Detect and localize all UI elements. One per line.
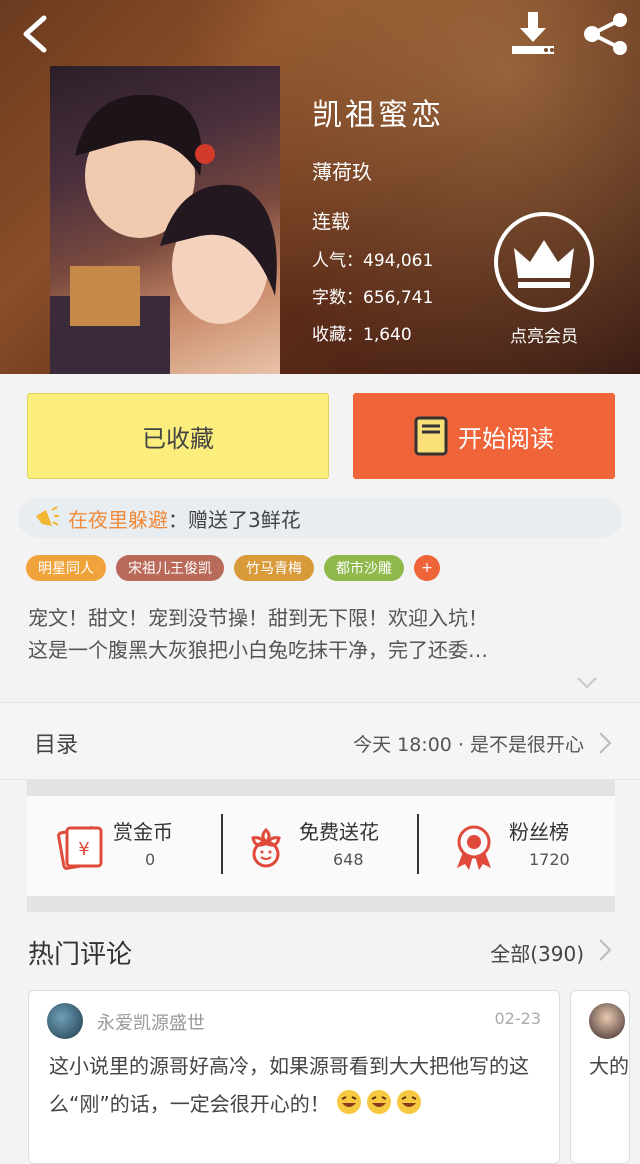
hot-comments-title: 热门评论 [28,940,133,970]
reward-coins-button[interactable]: ¥ 赏金币 0 [27,796,223,896]
reward-coins-value: 0 [145,850,156,869]
vip-label[interactable]: 点亮会员 [498,322,590,347]
description-line: 宠文！甜文！宠到没节操！甜到无下限！欢迎入坑！ [28,606,488,630]
crown-icon [514,240,574,288]
book-status: 连载 [312,211,351,233]
chevron-right-icon [599,732,612,754]
free-flowers-value: 648 [333,850,364,869]
all-comments-link[interactable]: 全部(390) [490,938,584,967]
tag-item[interactable]: 都市沙雕 [324,555,404,581]
comment-card[interactable]: 大的 [570,990,630,1164]
flower-icon [251,827,281,868]
catalog-label: 目录 [34,733,79,758]
favorited-button[interactable]: 已收藏 [27,393,329,479]
book-cover [50,66,280,374]
avatar[interactable] [47,1003,83,1039]
tag-item[interactable]: 宋祖儿王俊凯 [116,555,224,581]
tag-item[interactable]: 明星同人 [26,555,106,581]
book-header: 凯祖蜜恋 薄荷玖 连载 人气：494,061 字数：656,741 收藏：1,6… [0,0,640,374]
avatar[interactable] [589,1003,625,1039]
section-divider [27,780,615,796]
download-icon[interactable] [508,10,560,58]
fan-ranking-title: 粉丝榜 [509,820,569,844]
latest-chapter: 今天 18:00 · 是不是很开心 [353,734,584,756]
add-tag-button[interactable]: + [414,555,440,581]
chevron-down-icon[interactable] [576,676,598,690]
comment-body: 这小说里的源哥好高冷，如果源哥看到大大把他写的这么“刚”的话，一定会很开心的！ [49,1054,529,1116]
gift-notice-user[interactable]: 在夜里躲避 [68,504,168,533]
megaphone-icon [36,506,59,526]
badge-icon [457,825,491,870]
favorited-label: 已收藏 [142,424,214,453]
vip-button[interactable] [494,212,594,312]
book-description[interactable]: 宠文！甜文！宠到没节操！甜到无下限！欢迎入坑！ 这是一个腹黑大灰狼把小白兔吃抹干… [28,602,613,666]
comment-user[interactable]: 永爱凯源盛世 [97,1009,205,1035]
laughing-emoji-icon [337,1090,362,1114]
book-info: 凯祖蜜恋 薄荷玖 连载 人气：494,061 字数：656,741 收藏：1,6… [312,90,444,345]
book-title: 凯祖蜜恋 [312,98,444,133]
comment-text: 大的 [589,1054,629,1078]
gift-notice-message: ：赠送了3鲜花 [168,507,301,532]
tag-item[interactable]: 竹马青梅 [234,555,314,581]
tag-list: 明星同人 宋祖儿王俊凯 竹马青梅 都市沙雕 + [26,555,440,581]
fan-ranking-value: 1720 [529,850,570,869]
free-flowers-button[interactable]: 免费送花 648 [223,796,419,896]
book-author[interactable]: 薄荷玖 [312,156,444,185]
laughing-emoji-icon [367,1090,392,1114]
section-divider [27,896,615,912]
gift-notice[interactable]: 在夜里躲避 ：赠送了3鲜花 [18,498,622,538]
fan-ranking-button[interactable]: 粉丝榜 1720 [419,796,615,896]
reward-coins-title: 赏金币 [113,820,173,844]
action-bar: ¥ 赏金币 0 免费送花 648 粉丝榜 1720 [27,796,615,896]
laughing-emoji-icon [397,1090,422,1114]
comment-date: 02-23 [494,1009,542,1028]
share-icon[interactable] [580,10,632,58]
free-flowers-title: 免费送花 [299,820,379,844]
description-line: 这是一个腹黑大灰狼把小白兔吃抹干净，完了还委… [28,638,488,662]
chevron-left-icon[interactable] [16,12,56,56]
comment-card[interactable]: 永爱凯源盛世 02-23 这小说里的源哥好高冷，如果源哥看到大大把他写的这么“刚… [28,990,560,1164]
book-favorites: 收藏：1,640 [312,325,412,345]
svg-text:¥: ¥ [78,839,89,860]
red-envelope-icon: ¥ [57,826,103,870]
catalog-row[interactable]: 目录 今天 18:00 · 是不是很开心 [0,702,640,780]
start-reading-label: 开始阅读 [458,424,554,453]
start-reading-button[interactable]: 开始阅读 [353,393,615,479]
book-icon [414,416,448,456]
chevron-right-icon[interactable] [598,938,612,962]
book-popularity: 人气：494,061 [312,251,434,271]
comment-text: 这小说里的源哥好高冷，如果源哥看到大大把他写的这么“刚”的话，一定会很开心的！ [49,1047,549,1123]
book-word-count: 字数：656,741 [312,288,434,308]
